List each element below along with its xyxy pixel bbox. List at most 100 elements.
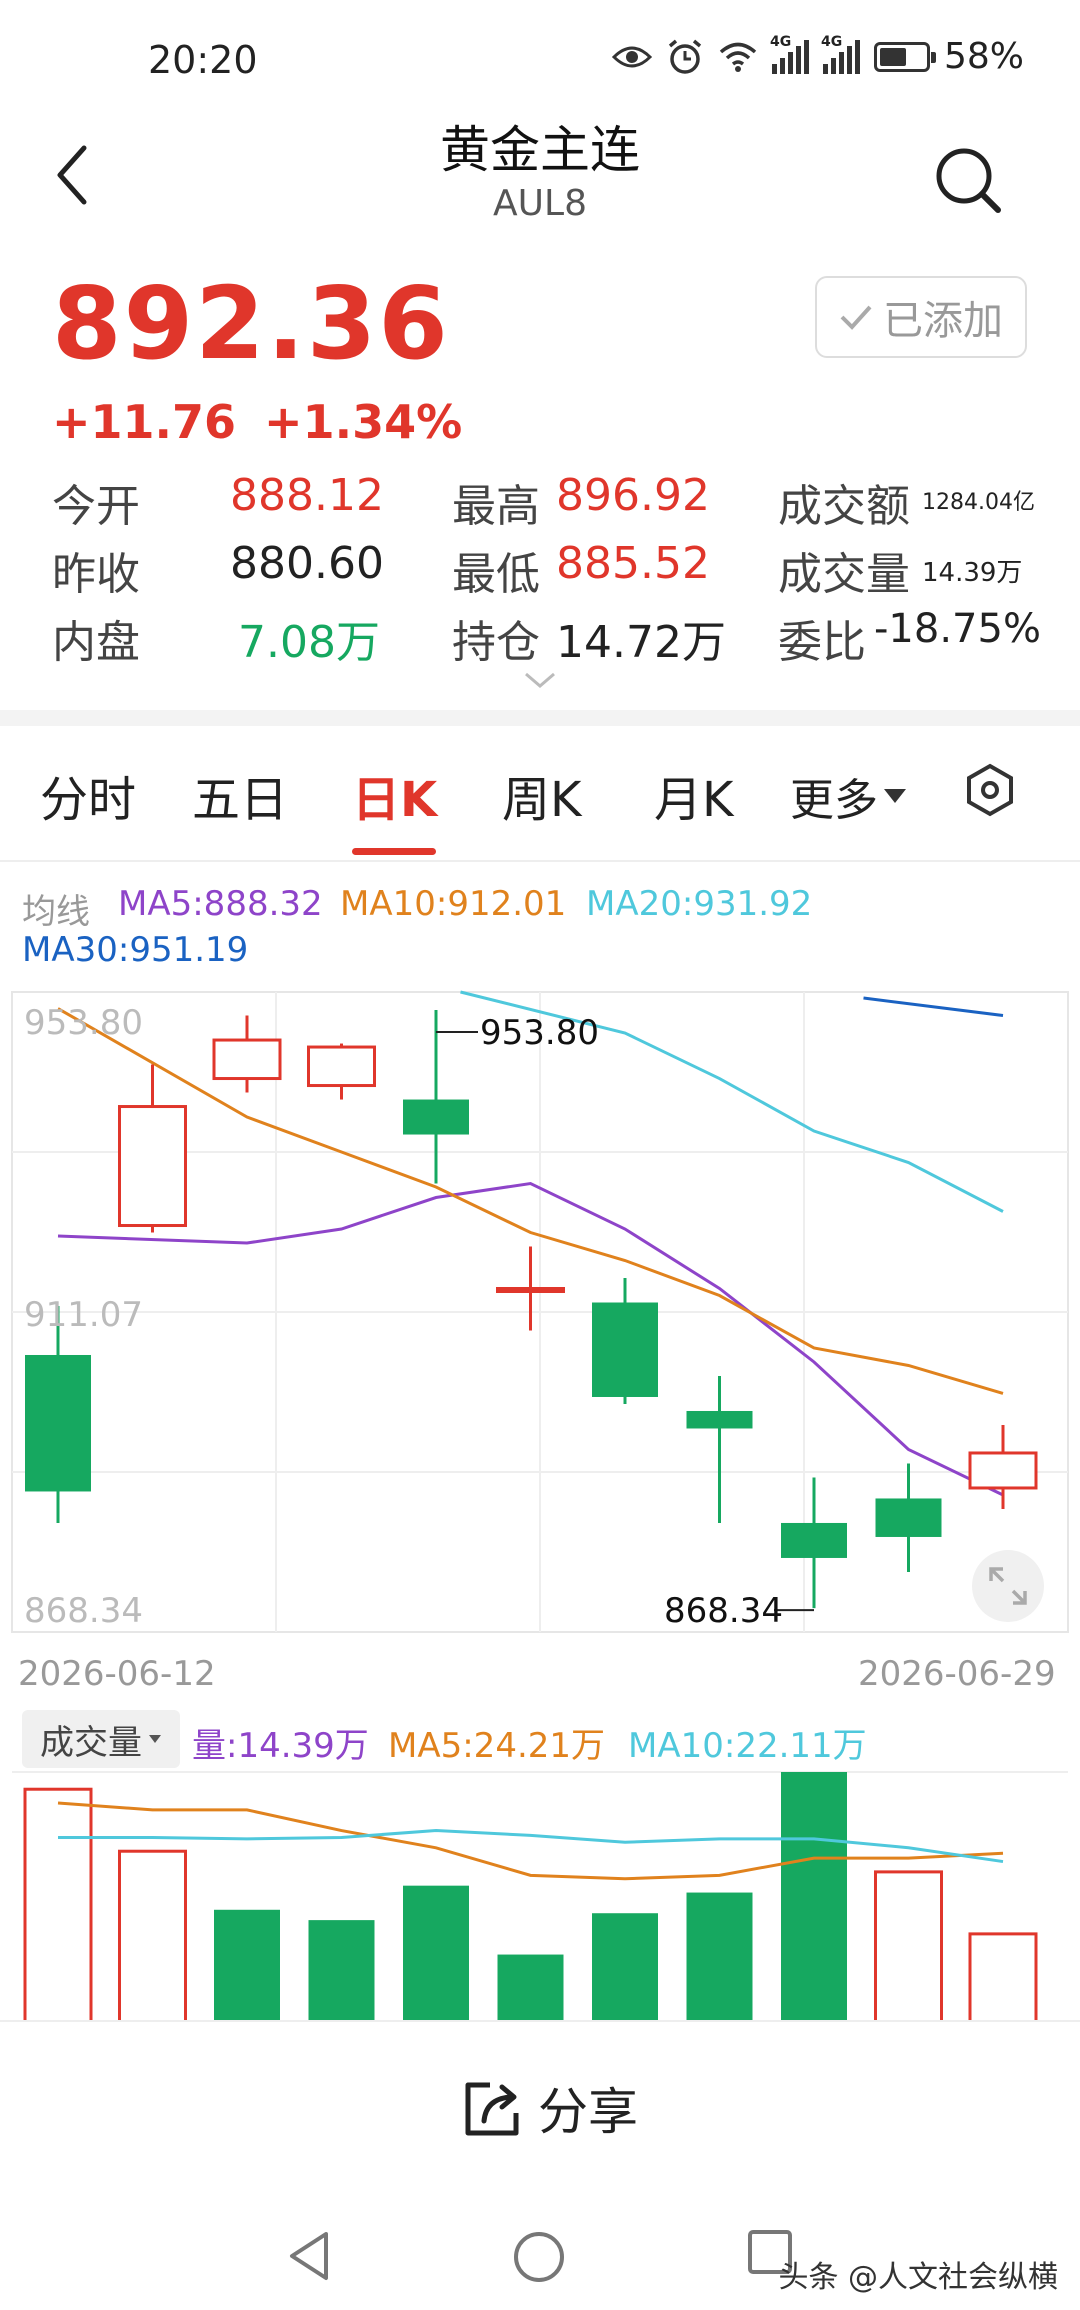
volume-bar xyxy=(118,1849,187,2020)
volume-bar xyxy=(23,1787,93,2020)
share-button[interactable]: 分享 xyxy=(460,2072,638,2144)
tab-more-label: 更多 xyxy=(790,775,878,826)
chevron-down-icon[interactable] xyxy=(522,668,558,692)
signal-icon-1: 4G xyxy=(770,34,809,74)
nav-home-icon[interactable] xyxy=(512,2230,566,2284)
active-tab-indicator xyxy=(352,848,436,855)
high-label: 最高 xyxy=(452,481,540,532)
volume-bar xyxy=(592,1913,658,2020)
status-icons: 4G 4G 58% xyxy=(611,34,1024,77)
volume-bar xyxy=(874,1870,943,2020)
tab-day-k[interactable]: 日K xyxy=(352,760,437,830)
inner-label: 内盘 xyxy=(52,617,140,668)
expand-icon xyxy=(989,1567,1027,1605)
ma30-legend: MA30:951.19 xyxy=(22,930,249,970)
battery-percent: 58% xyxy=(943,36,1024,77)
tabs-divider xyxy=(0,860,1080,862)
candle-body xyxy=(781,1522,847,1558)
volume-bar xyxy=(308,1920,375,2020)
volume-ma5-line xyxy=(57,1801,1004,1881)
volume-bar xyxy=(497,1954,564,2020)
volume-value: 14.39万 xyxy=(922,558,1023,588)
start-date: 2026-06-12 xyxy=(18,1654,216,1694)
volume-value-legend: 量:14.39万 xyxy=(192,1726,369,1766)
caret-down-icon xyxy=(884,789,906,803)
low-label: 最低 xyxy=(452,549,540,600)
low-value: 885.52 xyxy=(556,538,710,589)
candle-body xyxy=(592,1302,658,1397)
amount-label: 成交额 xyxy=(778,481,910,532)
min-price-label: 868.34 xyxy=(664,1591,783,1631)
ratio-value: -18.75% xyxy=(874,606,1041,652)
ma5-legend: MA5:888.32 xyxy=(118,884,323,924)
open-interest-label: 持仓 xyxy=(452,617,540,668)
tab-intraday[interactable]: 分时 xyxy=(40,760,136,830)
candle-body xyxy=(968,1451,1038,1490)
volume-bar xyxy=(968,1932,1038,2020)
candle-body xyxy=(212,1038,282,1081)
change-value: +11.76 xyxy=(52,395,237,449)
ma20-legend: MA20:931.92 xyxy=(586,884,813,924)
candle-body xyxy=(25,1354,91,1492)
last-price: 892.36 xyxy=(52,265,450,382)
price-change: +11.76 +1.34% xyxy=(52,395,490,449)
ma10-line xyxy=(57,1007,1004,1395)
search-icon[interactable] xyxy=(928,140,1008,220)
signal-icon-2: 4G xyxy=(821,34,860,74)
ratio-label: 委比 xyxy=(778,617,866,668)
status-time: 20:20 xyxy=(148,38,258,82)
candle-body xyxy=(403,1099,469,1135)
inner-value: 7.08万 xyxy=(238,617,380,668)
check-icon xyxy=(840,305,872,330)
ma5-line xyxy=(57,1181,1004,1497)
fullscreen-button[interactable] xyxy=(972,1550,1044,1622)
alarm-icon xyxy=(668,39,702,74)
ma30-line xyxy=(863,996,1004,1018)
volume-indicator-select[interactable]: 成交量 xyxy=(22,1710,180,1768)
volume-ma10-legend: MA10:22.11万 xyxy=(628,1726,867,1766)
kline-chart[interactable]: 953.80 911.07 868.34 953.80 868.34 xyxy=(0,990,1080,2020)
volume-bar xyxy=(686,1892,753,2020)
ma10-legend: MA10:912.01 xyxy=(340,884,567,924)
y-tick-label: 911.07 xyxy=(24,1295,143,1335)
ma-legend-label: 均线 xyxy=(22,892,90,932)
share-icon xyxy=(465,2082,519,2136)
max-price-label: 953.80 xyxy=(480,1013,599,1053)
caret-down-icon xyxy=(149,1735,161,1743)
amount-value: 1284.04亿 xyxy=(922,490,1035,515)
prev-close-value: 880.60 xyxy=(230,538,384,589)
eye-icon xyxy=(611,46,652,67)
wifi-icon xyxy=(719,42,757,72)
change-percent: +1.34% xyxy=(264,395,463,449)
settings-hexagon-icon[interactable] xyxy=(962,762,1018,818)
end-date: 2026-06-29 xyxy=(858,1654,1056,1694)
candle-body xyxy=(875,1498,942,1537)
volume-bar xyxy=(781,1772,847,2020)
candle-body xyxy=(307,1045,376,1088)
open-value: 888.12 xyxy=(230,470,384,521)
section-divider xyxy=(0,710,1080,726)
added-label: 已添加 xyxy=(883,298,1003,344)
nav-back-icon[interactable] xyxy=(284,2228,334,2284)
volume-label: 成交量 xyxy=(778,549,910,600)
prev-close-label: 昨收 xyxy=(52,549,140,600)
volume-bar xyxy=(403,1885,469,2020)
tab-week-k[interactable]: 周K xyxy=(502,760,581,830)
candle-body xyxy=(496,1287,565,1294)
open-interest-value: 14.72万 xyxy=(556,617,726,668)
volume-indicator-label: 成交量 xyxy=(40,1722,142,1763)
y-tick-label: 868.34 xyxy=(24,1591,143,1631)
tab-month-k[interactable]: 月K xyxy=(654,760,733,830)
tab-more[interactable]: 更多 xyxy=(790,764,908,828)
battery-icon xyxy=(873,41,936,72)
tab-five-day[interactable]: 五日 xyxy=(192,760,288,830)
candle-body xyxy=(686,1410,753,1429)
open-label: 今开 xyxy=(52,481,140,532)
added-to-watchlist-button[interactable]: 已添加 xyxy=(815,276,1027,358)
volume-ma5-legend: MA5:24.21万 xyxy=(388,1726,606,1766)
candle-body xyxy=(118,1105,187,1228)
y-tick-label: 953.80 xyxy=(24,1003,143,1043)
high-value: 896.92 xyxy=(556,470,710,521)
symbol-code: AUL8 xyxy=(493,183,587,224)
watermark: 头条 @人文社会纵横 xyxy=(778,2260,1058,2295)
